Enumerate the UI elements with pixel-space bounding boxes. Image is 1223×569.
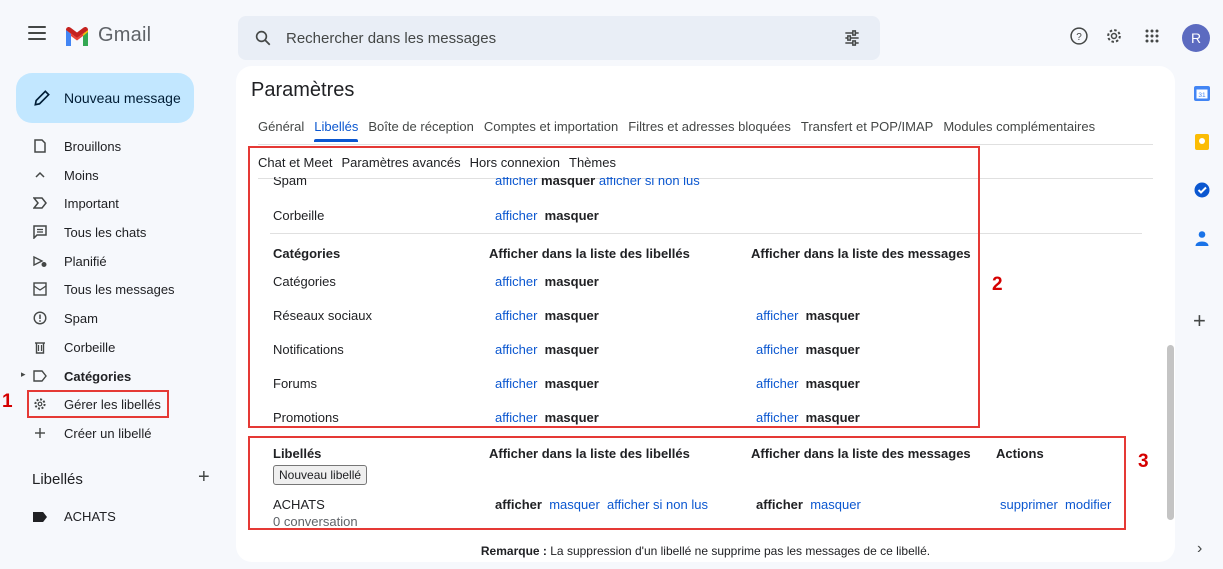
spam-icon: [33, 311, 47, 325]
apps-grid-icon[interactable]: [1142, 26, 1162, 46]
sidebar-item-drafts[interactable]: Brouillons: [0, 133, 220, 162]
labels-section-heading: Libellés: [32, 471, 83, 488]
sidebar-item-label: Important: [64, 196, 119, 212]
pencil-icon: [34, 90, 50, 106]
note-label: Remarque :: [480, 544, 547, 558]
sidebar-item-trash[interactable]: Corbeille: [0, 334, 220, 363]
main-menu-icon[interactable]: [28, 26, 46, 40]
all-mail-icon: [33, 282, 47, 297]
sidebar-item-all-mail[interactable]: Tous les messages: [0, 276, 220, 305]
sidebar-label-achats[interactable]: ACHATS: [0, 505, 220, 529]
gmail-m-icon: [66, 26, 88, 46]
sidebar-item-important[interactable]: Important: [0, 190, 220, 219]
highlight-box-2: [248, 146, 980, 428]
expand-side-panel-icon[interactable]: ›: [1197, 540, 1202, 558]
sidebar-item-label: Planifié: [64, 253, 107, 269]
tab-accounts[interactable]: Comptes et importation: [484, 119, 618, 134]
sidebar-item-all-chats[interactable]: Tous les chats: [0, 219, 220, 248]
settings-tabs: Général Libellés Boîte de réception Comp…: [258, 119, 1105, 142]
annotation-number-2: 2: [992, 274, 1003, 295]
gmail-logo[interactable]: Gmail: [64, 24, 151, 47]
svg-text:31: 31: [1198, 92, 1206, 99]
annotation-number-3: 3: [1138, 451, 1149, 472]
expand-arrow-icon[interactable]: ▸: [21, 369, 26, 380]
sidebar-item-label: Brouillons: [64, 139, 122, 154]
label-tag-icon: [33, 512, 47, 522]
page-title: Paramètres: [251, 79, 355, 101]
svg-text:?: ?: [1076, 32, 1082, 43]
sidebar-item-label: Tous les messages: [64, 282, 175, 298]
sidebar-item-spam[interactable]: Spam: [0, 305, 220, 334]
contacts-icon[interactable]: [1193, 229, 1211, 247]
compose-button[interactable]: Nouveau message: [16, 73, 194, 123]
sidebar-label-text: ACHATS: [64, 509, 116, 524]
sidebar-item-label: Catégories: [64, 368, 132, 384]
tab-general[interactable]: Général: [258, 119, 304, 134]
help-icon[interactable]: ?: [1069, 26, 1089, 46]
label-outline-icon: [33, 369, 47, 382]
sidebar-item-less[interactable]: Moins: [0, 162, 220, 191]
tab-addons[interactable]: Modules complémentaires: [943, 119, 1095, 134]
search-options-icon[interactable]: [842, 28, 862, 48]
sidebar-item-scheduled[interactable]: Planifié: [0, 248, 220, 277]
tab-filters[interactable]: Filtres et adresses bloquées: [628, 119, 791, 134]
add-label-icon[interactable]: +: [198, 466, 210, 489]
annotation-number-1: 1: [2, 391, 13, 412]
keep-icon[interactable]: [1193, 133, 1211, 151]
sidebar-item-create-label[interactable]: Créer un libellé: [0, 420, 220, 449]
draft-icon: [34, 139, 46, 153]
sidebar-item-label: Moins: [64, 167, 99, 183]
tab-labels[interactable]: Libellés: [314, 119, 359, 142]
compose-label: Nouveau message: [64, 90, 181, 106]
tabs-divider: [258, 144, 1153, 145]
note-body: La suppression d'un libellé ne supprime …: [546, 544, 931, 558]
search-icon[interactable]: [254, 29, 272, 47]
add-addon-icon[interactable]: +: [1193, 308, 1206, 334]
scheduled-icon: [33, 255, 47, 267]
tab-inbox[interactable]: Boîte de réception: [368, 119, 474, 134]
sidebar-item-label: Spam: [64, 311, 98, 327]
settings-panel: Paramètres Général Libellés Boîte de réc…: [236, 66, 1175, 562]
chat-icon: [33, 225, 47, 240]
plus-icon: [35, 427, 45, 438]
top-bar: Gmail ? R: [0, 0, 1223, 64]
search-bar[interactable]: [238, 16, 880, 60]
highlight-box-1: [27, 390, 169, 418]
sidebar-item-categories[interactable]: ▸ Catégories: [0, 363, 220, 392]
account-avatar[interactable]: R: [1182, 24, 1210, 52]
trash-icon: [35, 342, 45, 354]
sidebar-item-label: Créer un libellé: [64, 425, 152, 441]
sidebar-item-label: Tous les chats: [64, 225, 147, 241]
important-icon: [33, 197, 47, 210]
chevron-up-icon: [35, 171, 45, 178]
gmail-wordmark: Gmail: [98, 24, 152, 46]
search-input[interactable]: [286, 27, 806, 49]
calendar-icon[interactable]: 31: [1193, 84, 1211, 102]
scrollbar-thumb[interactable]: [1167, 345, 1174, 520]
settings-gear-icon[interactable]: [1104, 26, 1124, 46]
tasks-icon[interactable]: [1193, 181, 1211, 199]
note-text: Remarque : La suppression d'un libellé n…: [236, 544, 1175, 558]
highlight-box-3: [248, 436, 1126, 530]
tab-forwarding[interactable]: Transfert et POP/IMAP: [801, 119, 933, 134]
sidebar-item-label: Corbeille: [64, 339, 116, 355]
